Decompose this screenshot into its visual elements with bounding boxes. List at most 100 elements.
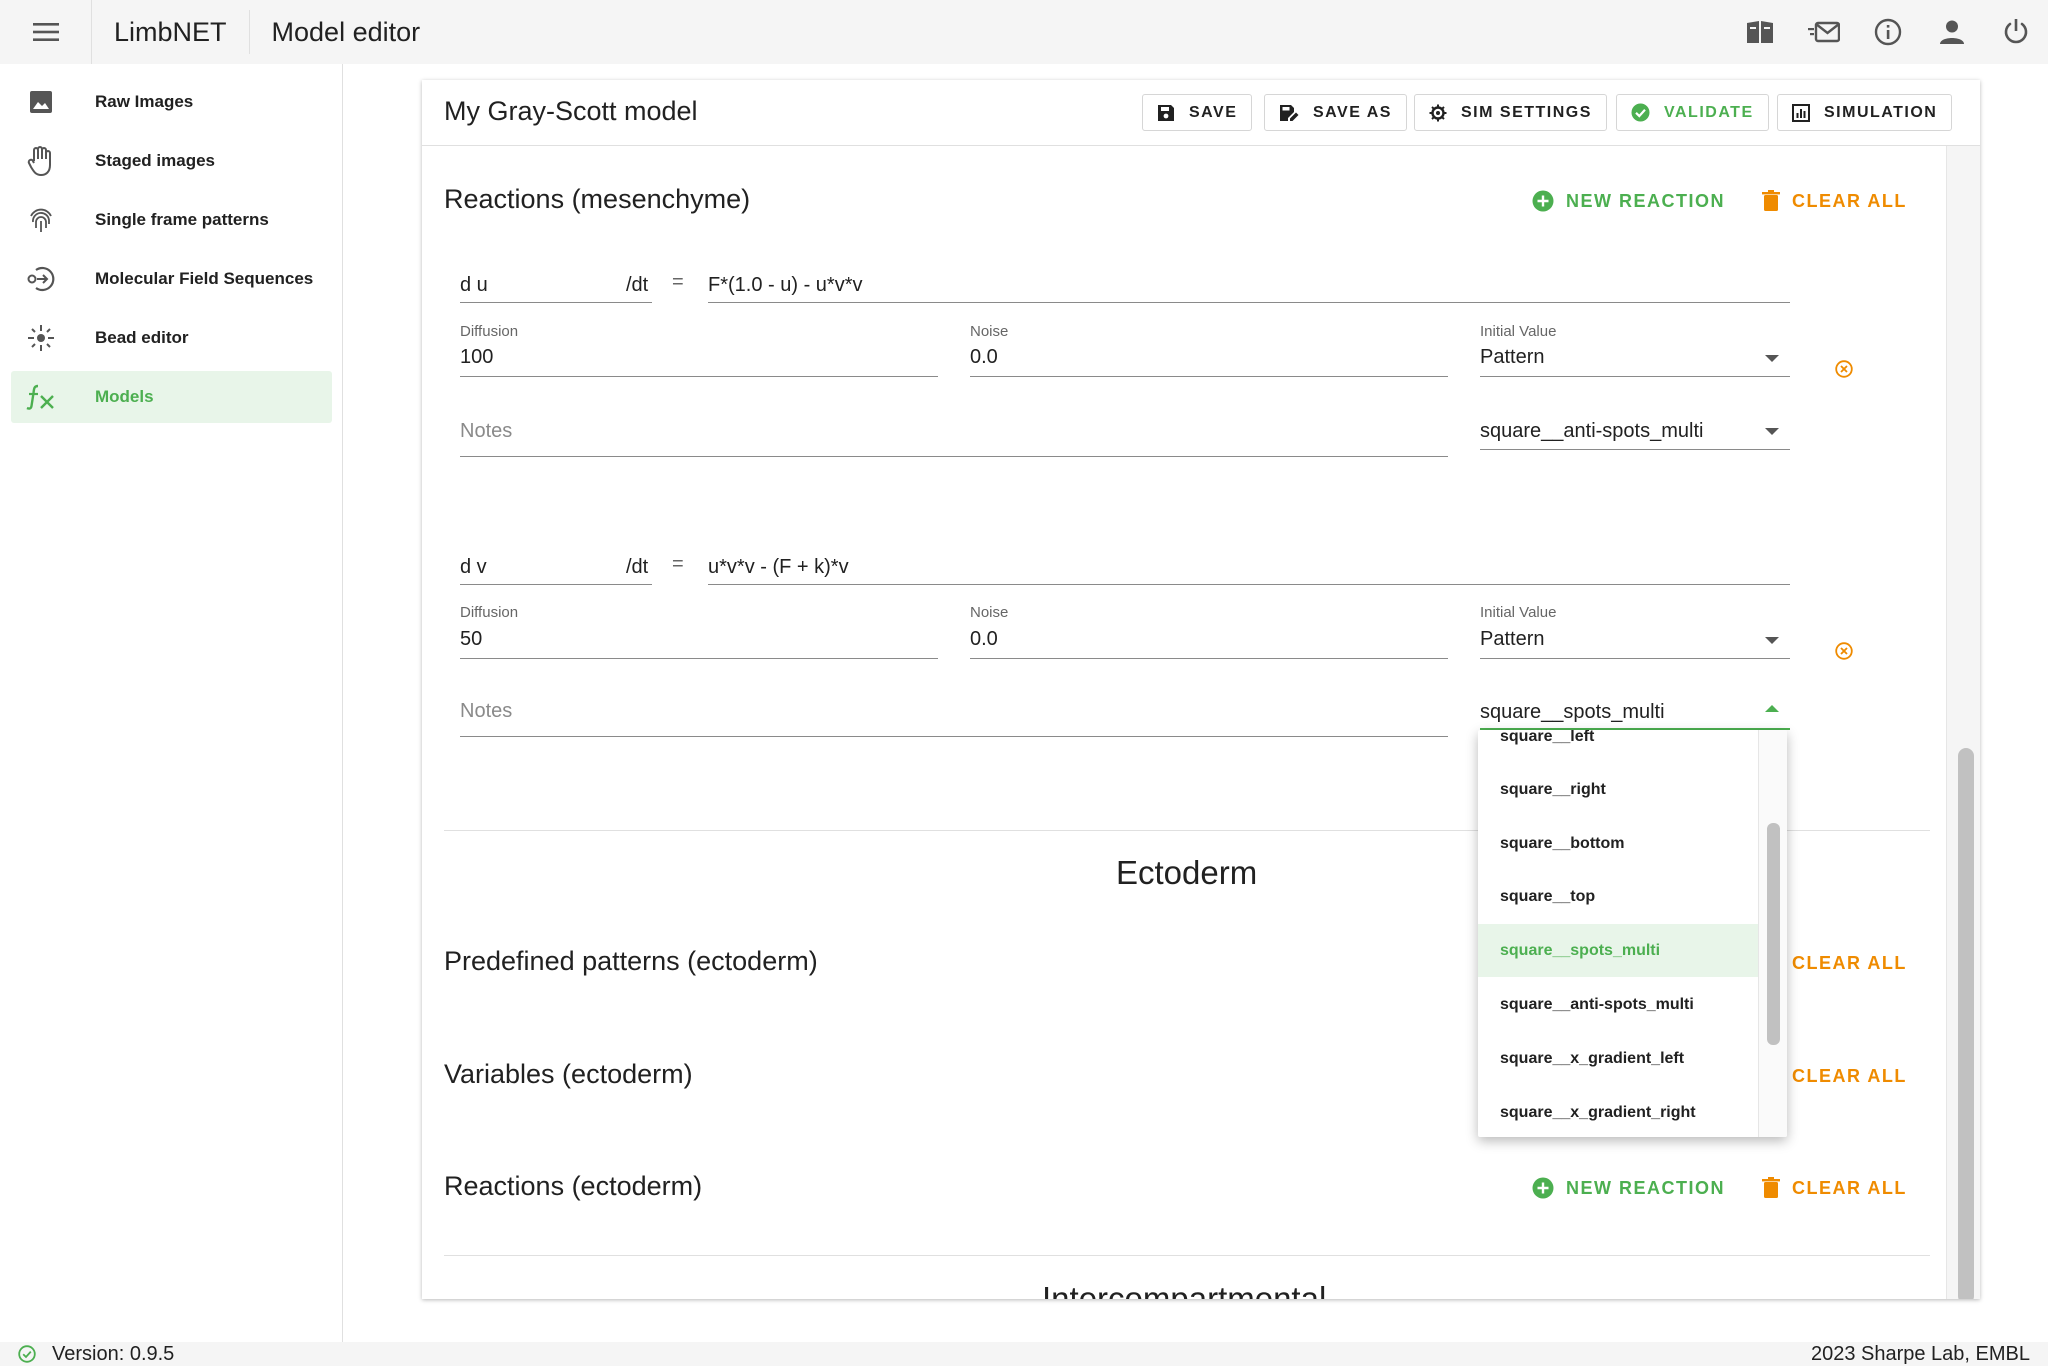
section-title-predefined-patterns: Predefined patterns (ectoderm) xyxy=(444,946,818,976)
scrollbar-thumb[interactable] xyxy=(1958,748,1974,1299)
dropdown-option[interactable]: square__x_gradient_left xyxy=(1478,1032,1758,1085)
chevron-down-icon[interactable] xyxy=(1765,355,1779,362)
app-name: LimbNET xyxy=(92,10,250,54)
sidebar-item-models[interactable]: Models xyxy=(11,371,332,423)
menu-icon[interactable] xyxy=(0,0,92,64)
per-dt-label: /dt xyxy=(626,556,649,578)
dropdown-option[interactable]: square__left xyxy=(1478,730,1758,763)
dropdown-scrollbar-thumb[interactable] xyxy=(1767,823,1780,1045)
dropdown-option[interactable]: square__x_gradient_right xyxy=(1478,1086,1758,1137)
power-icon[interactable] xyxy=(1984,0,2048,64)
chevron-up-icon[interactable] xyxy=(1765,705,1779,712)
remove-reaction-icon[interactable] xyxy=(1835,360,1853,383)
new-reaction-label: NEW REACTION xyxy=(1566,190,1725,211)
copyright-text: 2023 Sharpe Lab, EMBL xyxy=(1810,1342,2030,1365)
dropdown-option[interactable]: square__right xyxy=(1478,763,1758,816)
notes-input[interactable]: Notes xyxy=(460,420,512,443)
expression-input[interactable]: F*(1.0 - u) - u*v*v xyxy=(708,274,862,297)
expression-input[interactable]: u*v*v - (F + k)*v xyxy=(708,556,849,579)
simulation-label: SIMULATION xyxy=(1824,103,1938,121)
check-circle-icon xyxy=(18,1345,36,1363)
dropdown-option[interactable]: square__anti-spots_multi xyxy=(1478,978,1758,1031)
sidebar-item-label: Molecular Field Sequences xyxy=(95,269,314,288)
variable-name-input[interactable]: d u xyxy=(460,274,488,297)
sidebar-item-label: Models xyxy=(95,387,154,406)
sidebar-item-staged-images[interactable]: Staged images xyxy=(11,135,332,187)
initial-value-label: Initial Value xyxy=(1480,604,1557,621)
initial-value-select[interactable]: Pattern xyxy=(1480,346,1544,369)
save-as-icon xyxy=(1280,104,1299,121)
expression-underline xyxy=(708,302,1790,303)
remove-reaction-icon[interactable] xyxy=(1835,642,1853,665)
dropdown-option-selected[interactable]: square__spots_multi xyxy=(1478,924,1758,977)
add-circle-icon xyxy=(1532,190,1554,212)
sidebar-item-bead-editor[interactable]: Bead editor xyxy=(11,312,332,364)
clear-all-label: CLEAR ALL xyxy=(1792,190,1907,211)
sidebar-item-molecular-field-sequences[interactable]: Molecular Field Sequences xyxy=(11,253,332,305)
new-reaction-button[interactable]: NEW REACTION xyxy=(1532,1177,1725,1199)
sim-settings-button[interactable]: SIM SETTINGS xyxy=(1414,94,1607,131)
save-button[interactable]: SAVE xyxy=(1142,94,1253,131)
simulation-button[interactable]: SIMULATION xyxy=(1777,94,1953,131)
card-header: My Gray-Scott model SAVE SAVE AS SIM SET… xyxy=(422,80,1980,146)
variable-name-underline xyxy=(460,584,652,585)
initial-value-label: Initial Value xyxy=(1480,323,1557,340)
initial-value-select[interactable]: Pattern xyxy=(1480,628,1544,651)
account-icon[interactable] xyxy=(1920,0,1984,64)
sim-settings-label: SIM SETTINGS xyxy=(1461,103,1592,121)
new-reaction-button[interactable]: NEW REACTION xyxy=(1532,190,1725,212)
notes-underline xyxy=(460,736,1448,737)
pattern-underline xyxy=(1480,449,1790,450)
sidebar: Raw Images Staged images Single frame pa… xyxy=(0,64,343,1342)
chevron-down-icon[interactable] xyxy=(1765,637,1779,644)
check-circle-icon xyxy=(1631,103,1650,122)
sidebar-item-label: Staged images xyxy=(95,151,215,170)
gear-icon xyxy=(1429,104,1447,121)
model-name: My Gray-Scott model xyxy=(444,96,698,126)
notes-input[interactable]: Notes xyxy=(460,700,512,723)
sidebar-item-single-frame-patterns[interactable]: Single frame patterns xyxy=(11,194,332,246)
info-icon[interactable] xyxy=(1856,0,1920,64)
variable-name-underline xyxy=(460,302,652,303)
mail-icon[interactable] xyxy=(1792,0,1856,64)
diffusion-input[interactable]: 50 xyxy=(460,628,482,651)
clear-all-button[interactable]: CLEAR ALL xyxy=(1762,190,1907,212)
variable-name-input[interactable]: d v xyxy=(460,556,487,579)
dropdown-option[interactable]: square__bottom xyxy=(1478,817,1758,870)
expression-underline xyxy=(708,584,1790,585)
diffusion-label: Diffusion xyxy=(460,604,519,621)
validate-button[interactable]: VALIDATE xyxy=(1616,94,1769,131)
new-reaction-label: NEW REACTION xyxy=(1566,1177,1725,1198)
chevron-down-icon[interactable] xyxy=(1765,428,1779,435)
function-icon xyxy=(15,384,67,410)
noise-input[interactable]: 0.0 xyxy=(970,346,998,369)
clear-all-label: CLEAR ALL xyxy=(1792,952,1907,973)
clear-all-label: CLEAR ALL xyxy=(1792,1177,1907,1198)
sidebar-item-raw-images[interactable]: Raw Images xyxy=(11,76,332,128)
initial-value-underline xyxy=(1480,658,1790,659)
sidebar-item-label: Single frame patterns xyxy=(95,210,269,229)
delete-icon xyxy=(1762,1177,1780,1198)
noise-input[interactable]: 0.0 xyxy=(970,628,998,651)
clear-all-label: CLEAR ALL xyxy=(1792,1065,1907,1086)
save-label: SAVE xyxy=(1189,103,1238,121)
diffusion-input[interactable]: 100 xyxy=(460,346,493,369)
notes-underline xyxy=(460,456,1448,457)
pattern-select[interactable]: square__spots_multi xyxy=(1480,701,1665,724)
bead-icon xyxy=(15,323,67,353)
sidebar-item-label: Bead editor xyxy=(95,328,189,347)
add-circle-icon xyxy=(1532,1177,1554,1199)
dropdown-option[interactable]: square__top xyxy=(1478,870,1758,923)
diffusion-underline xyxy=(460,658,938,659)
book-icon[interactable] xyxy=(1728,0,1792,64)
noise-underline xyxy=(970,658,1448,659)
noise-underline xyxy=(970,376,1448,377)
delete-icon xyxy=(1762,190,1780,211)
initial-value-underline xyxy=(1480,376,1790,377)
compartment-heading-intercompartmental: Intercompartmental xyxy=(1042,1280,1327,1299)
save-as-button[interactable]: SAVE AS xyxy=(1264,94,1407,131)
pattern-select[interactable]: square__anti-spots_multi xyxy=(1480,420,1703,443)
hand-icon xyxy=(15,145,67,177)
compartment-heading-ectoderm: Ectoderm xyxy=(1116,854,1258,891)
clear-all-button[interactable]: CLEAR ALL xyxy=(1762,1177,1907,1199)
